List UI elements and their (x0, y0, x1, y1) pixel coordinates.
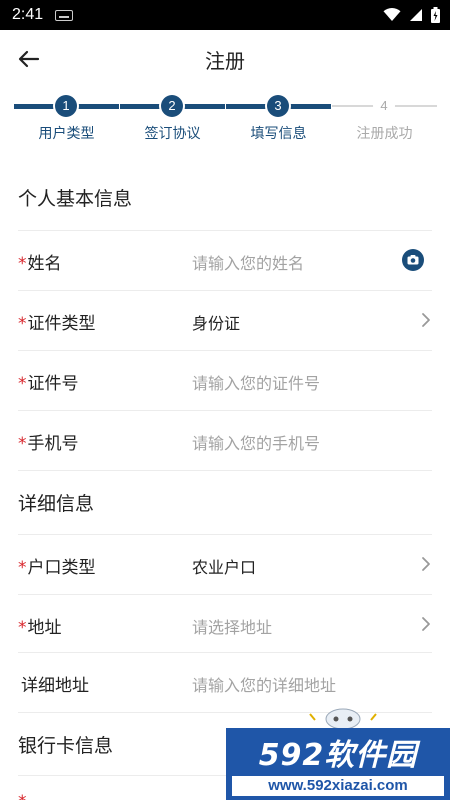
back-arrow-icon[interactable] (16, 47, 42, 71)
chevron-right-icon (422, 313, 430, 327)
required-mark: * (18, 314, 27, 334)
name-row[interactable]: *姓名 请输入您的姓名 (18, 230, 432, 290)
address-label-text: 地址 (27, 618, 62, 638)
address-label: *地址 (18, 613, 62, 638)
watermark-brand: 592软件园 (258, 738, 418, 773)
household-type-label: *户口类型 (18, 553, 96, 578)
address-select[interactable]: 请选择地址 (192, 614, 272, 638)
required-mark: * (18, 374, 27, 394)
detail-address-label: 详细地址 (21, 676, 89, 696)
watermark-url: www.592xiazai.com (232, 776, 444, 796)
step-number: 1 (55, 95, 77, 117)
name-label: *姓名 (18, 249, 62, 274)
registration-stepper: 1 用户类型 2 签订协议 3 填写信息 4 注册成功 (0, 92, 450, 152)
id-type-select[interactable]: 身份证 (192, 310, 240, 334)
step-number: 3 (267, 95, 289, 117)
required-mark: * (18, 434, 27, 454)
chevron-right-icon (422, 557, 430, 571)
phone-label-text: 手机号 (27, 434, 79, 454)
id-type-label: *证件类型 (18, 309, 96, 334)
step-fill-info: 3 填写信息 (226, 92, 331, 152)
battery-icon (431, 7, 440, 23)
watermark-banner: 592软件园 www.592xiazai.com (226, 728, 450, 800)
step-success: 4 注册成功 (332, 92, 437, 152)
household-type-select[interactable]: 农业户口 (192, 554, 256, 578)
required-mark: * (18, 792, 27, 800)
step-label: 用户类型 (38, 126, 95, 142)
section-title-basic: 个人基本信息 (18, 188, 133, 210)
step-label: 签订协议 (144, 126, 201, 142)
status-time: 2:41 (12, 6, 44, 23)
step-label: 注册成功 (356, 126, 413, 142)
required-mark: * (18, 254, 27, 274)
phone-row[interactable]: *手机号 请输入您的手机号 (18, 410, 432, 470)
status-icons (383, 7, 440, 23)
id-type-row[interactable]: *证件类型 身份证 (18, 290, 432, 350)
required-mark: * (18, 558, 27, 578)
household-type-label-text: 户口类型 (27, 558, 96, 578)
app-header: 注册 (0, 30, 450, 88)
step-number: 2 (161, 95, 183, 117)
signal-icon (410, 9, 422, 21)
camera-icon[interactable] (402, 249, 424, 271)
step-label: 填写信息 (250, 126, 307, 142)
phone-label: *手机号 (18, 429, 79, 454)
watermark-brand-wrap: 592软件园 (226, 728, 450, 776)
section-title-detail: 详细信息 (18, 493, 95, 515)
page-title: 注册 (205, 48, 245, 73)
wifi-icon (383, 8, 401, 21)
step-user-type: 1 用户类型 (14, 92, 119, 152)
step-number: 4 (373, 95, 395, 117)
section-detail-row: 详细信息 (18, 470, 432, 534)
id-number-row[interactable]: *证件号 请输入您的证件号 (18, 350, 432, 410)
section-title-bank: 银行卡信息 (18, 735, 114, 757)
id-number-input[interactable]: 请输入您的证件号 (192, 370, 320, 394)
required-mark: * (18, 618, 27, 638)
status-bar: 2:41 (0, 0, 450, 30)
id-number-label-text: 证件号 (27, 374, 79, 394)
step-agreement: 2 签订协议 (120, 92, 225, 152)
phone-input[interactable]: 请输入您的手机号 (192, 430, 320, 454)
id-type-label-text: 证件类型 (27, 314, 96, 334)
chevron-right-icon (422, 617, 430, 631)
next-field-label: * (18, 792, 28, 800)
name-label-text: 姓名 (27, 254, 62, 274)
name-input[interactable]: 请输入您的姓名 (192, 250, 304, 274)
address-row[interactable]: *地址 请选择地址 (18, 594, 432, 654)
household-type-row[interactable]: *户口类型 农业户口 (18, 534, 432, 594)
id-number-label: *证件号 (18, 369, 79, 394)
keyboard-icon (55, 9, 74, 21)
detail-address-input[interactable]: 请输入您的详细地址 (192, 672, 336, 696)
